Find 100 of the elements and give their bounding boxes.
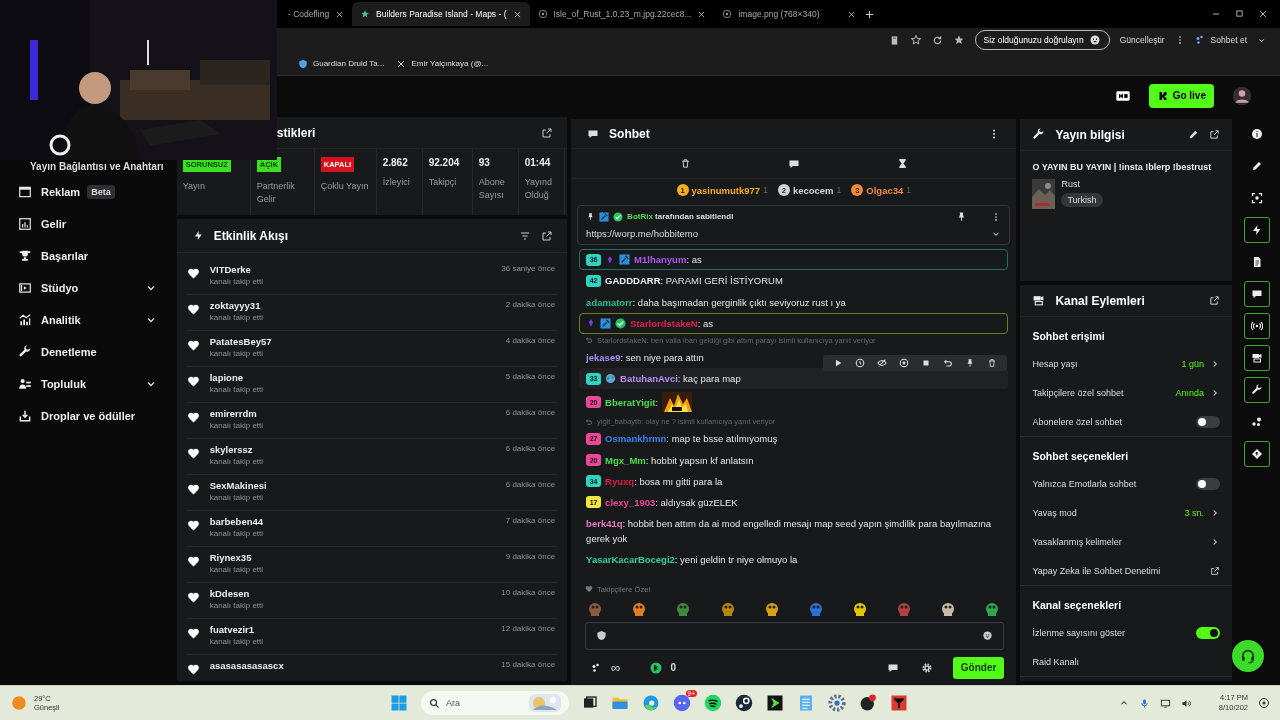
music-app-icon[interactable] [704,694,722,713]
setting-label[interactable]: Hesap yaşı [1032,358,1176,369]
settings-icon[interactable] [920,661,933,674]
setting-label[interactable]: Yapay Zeka ile Sohbet Denetimi [1032,565,1205,576]
avatar-icon[interactable] [1232,85,1252,106]
favicon-icon [360,9,371,19]
chat-message: berk41q: hobbit ben attım da ai mod engelledi mesajı map seed yapın şimdilik para bayılmazına gerek yok [586,517,993,547]
panel-title: Yayın bilgisi [1055,127,1126,142]
event-time: 6 dakika önce [505,480,556,490]
rail-button[interactable] [1244,345,1271,372]
setting-label[interactable]: Takipçilere özel sohbet [1032,387,1170,398]
points-count: 0 [670,662,676,673]
network-icon[interactable] [1160,697,1171,709]
hide-icon[interactable] [877,358,888,369]
nav-item[interactable]: Droplar ve ödüller [41,410,136,423]
chat-input[interactable] [585,621,1005,650]
popout-icon[interactable] [541,229,554,242]
event-username: zoktayyy31 [209,300,262,312]
speaker-icon[interactable] [1181,697,1192,709]
external-link-icon[interactable] [1210,565,1221,576]
category-name[interactable]: Rust [1061,178,1080,189]
toggle-switch[interactable] [1196,415,1221,428]
setting-label[interactable]: Raid Kanalı [1032,656,1221,667]
nav-item[interactable]: Stüdyo [41,282,79,295]
close-icon[interactable] [847,9,857,19]
app-icon[interactable] [766,694,784,713]
pinned-link[interactable]: https://worp.me/hobbitemo [586,228,988,240]
game-launcher-icon[interactable] [735,694,753,713]
close-icon[interactable] [1258,9,1268,19]
rail-button[interactable] [1244,217,1271,244]
event-username: SexMakinesi [209,480,268,492]
setting-label[interactable]: İzlenme sayısını göster [1032,627,1191,638]
help-button[interactable] [1232,640,1264,672]
search-field[interactable]: Ara [421,691,569,716]
app-icon[interactable] [890,694,908,713]
chat-message: YasarKacarBocegi2: yeni geldin tr niye olmuyo la [586,553,798,568]
panel-title: Etkinlik Akışı [213,228,289,243]
bookmark[interactable]: Emir Yalçınkaya (@... [396,58,489,69]
toggle-switch[interactable] [1196,477,1221,490]
go-live-button[interactable]: Go live [1148,83,1214,108]
refresh-icon[interactable] [931,34,943,46]
diamond-icon [1251,448,1264,461]
pencil-icon[interactable] [1188,129,1200,141]
filter-icon[interactable] [519,229,532,242]
rail-button[interactable] [1244,441,1271,468]
new-tab-icon[interactable] [864,8,876,20]
scan-icon [1251,192,1264,205]
chat-app-icon[interactable] [673,694,691,713]
nav-item[interactable]: Başarılar [41,250,89,263]
trash-icon[interactable] [987,358,998,369]
popout-icon[interactable] [1209,129,1221,141]
mention-icon[interactable] [899,358,910,369]
rail-button[interactable] [1244,377,1271,404]
close-icon[interactable] [335,9,345,19]
favorites-icon[interactable] [952,34,965,46]
headset-icon [1240,648,1256,664]
start-icon[interactable] [390,694,408,713]
nav-item[interactable]: Analitik [41,314,81,327]
nav-item[interactable]: Gelir [41,218,67,231]
reply-icon[interactable] [943,358,954,369]
clock-icon[interactable] [855,358,866,369]
browser-icon[interactable] [642,694,660,713]
nav-item[interactable]: Reklam [41,186,81,199]
event-username: kDdesen [209,588,251,600]
microphone-icon[interactable] [1139,697,1150,709]
wrench-icon [1032,128,1046,142]
browser-tab[interactable]: Builders Paradise Island - Maps - ( [352,2,530,26]
heart-icon [186,447,200,461]
close-icon[interactable] [697,9,707,19]
app-icon[interactable] [859,694,877,713]
send-button[interactable]: Gönder [952,656,1005,679]
toggle-switch[interactable] [1196,626,1221,639]
nav-item[interactable]: Topluluk [41,378,86,391]
browser-tab[interactable]: image.png (768×340) [714,2,865,26]
popout-icon[interactable] [1209,295,1221,307]
chat-button[interactable]: Sohbet et [1194,34,1247,46]
setting-label[interactable]: Yasaklanmış kelimeler [1032,536,1205,547]
update-button[interactable]: Güncelleştir [1119,35,1165,45]
setting-label[interactable]: Abonelere özel sohbet [1032,416,1191,427]
nav-item[interactable]: Yayın Bağlantısı ve Anahtarı [30,160,164,175]
trash-icon[interactable] [679,158,691,170]
hourglass-icon[interactable] [896,158,908,170]
rail-button[interactable] [1244,313,1271,340]
close-icon[interactable] [512,9,522,19]
setting-label[interactable]: Yavaş mod [1032,507,1179,518]
browser-tab[interactable]: Isle_of_Rust_1.0.23_m.jpg.22cec8... [529,2,715,26]
setting-value: 3 sn. [1184,507,1205,518]
browser-tab[interactable]: - Codefling [280,2,353,26]
emoji-icon[interactable] [982,630,994,642]
event-description: kanalı takip etti [209,493,265,503]
maximize-icon[interactable] [1235,9,1244,18]
camera-icon [1251,352,1264,365]
rail-button[interactable] [1244,281,1271,308]
event-username: skylerssz [209,444,254,456]
popout-icon[interactable] [541,126,554,139]
setting-label[interactable]: Yalnızca Emotlarla sohbet [1032,478,1191,489]
nav-item[interactable]: Denetleme [41,346,97,359]
favorite-icon[interactable] [909,34,922,46]
event-description: kanalı takip etti [209,637,265,647]
bookmark[interactable]: Guardian Druid Ta... [298,58,385,69]
